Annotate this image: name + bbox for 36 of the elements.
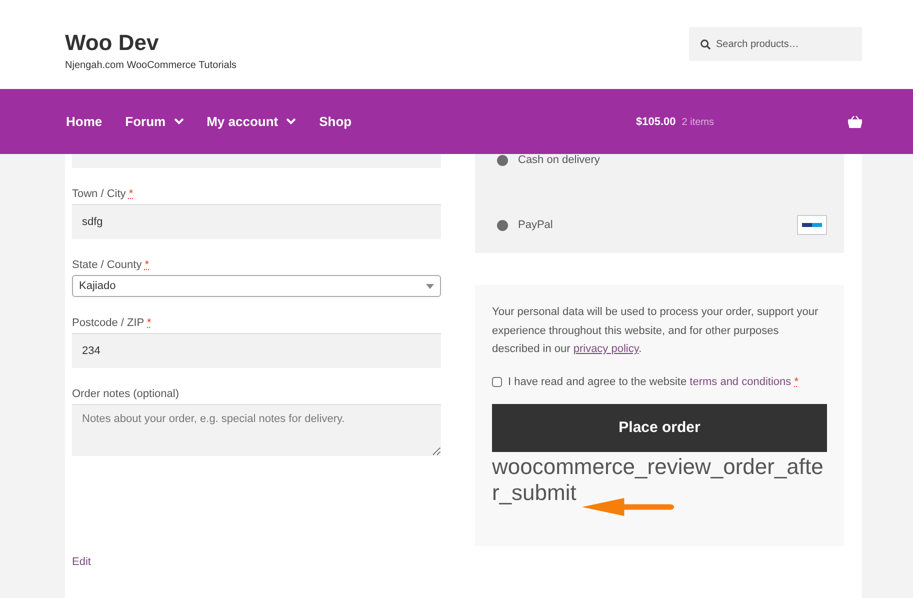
edit-link[interactable]: Edit	[72, 556, 441, 568]
search-field[interactable]: Search products…	[689, 27, 862, 61]
field-label: Order notes (optional)	[72, 388, 180, 400]
place-order-button[interactable]: Place order	[492, 404, 827, 452]
search-icon	[700, 39, 711, 50]
site-tagline: Njengah.com WooCommerce Tutorials	[65, 60, 237, 71]
basket-icon[interactable]	[848, 116, 862, 128]
site-title[interactable]: Woo Dev	[65, 30, 237, 56]
terms-text: I have read and agree to the website terms and conditions *	[508, 376, 798, 388]
privacy-link[interactable]: privacy policy	[573, 343, 639, 355]
field-label: Town / City *	[72, 188, 134, 200]
terms-checkbox[interactable]	[492, 376, 502, 386]
privacy-text: Your personal data will be used to process your order, support your experience throughout this website, and for other purposes described in our privacy policy.	[492, 305, 820, 357]
cart-total[interactable]: $105.00 2 items	[636, 116, 714, 128]
input-field[interactable]	[72, 154, 441, 168]
nav-link[interactable]: Home	[66, 114, 102, 129]
chevron-icon	[286, 118, 296, 125]
text-field[interactable]: sdfg	[72, 204, 441, 239]
card-logo-icon	[797, 215, 827, 235]
text-field[interactable]: 234	[72, 333, 441, 368]
field-label: State / County *	[72, 259, 150, 271]
hook-note: woocommerce_review_order_after_submit	[492, 454, 824, 506]
payment-label: Cash on delivery	[518, 154, 600, 166]
select-field[interactable]: Kajiado	[72, 275, 441, 297]
chevron-icon	[174, 118, 184, 125]
nav-link[interactable]: Forum	[125, 114, 184, 129]
nav-link[interactable]: Shop	[319, 114, 352, 129]
arrow-icon	[582, 498, 676, 516]
caret-icon	[426, 284, 434, 288]
nav-link[interactable]: My account	[206, 114, 296, 129]
notes-field[interactable]: Notes about your order, e.g. special notes for delivery.	[72, 404, 441, 456]
payment-label: PayPal	[518, 219, 553, 231]
field-label: Postcode / ZIP *	[72, 317, 152, 329]
radio-button[interactable]	[497, 220, 508, 230]
terms-link[interactable]: terms and conditions	[690, 376, 792, 388]
radio-button[interactable]	[497, 154, 508, 166]
